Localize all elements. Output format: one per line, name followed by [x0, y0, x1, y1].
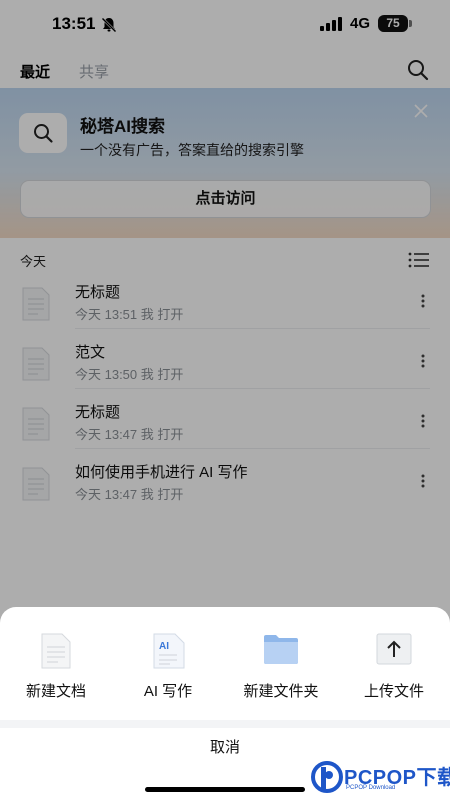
new-document-button[interactable]: 新建文档 [0, 607, 112, 717]
new-document-label: 新建文档 [25, 683, 86, 700]
svg-text:AI: AI [159, 641, 169, 652]
upload-icon [376, 633, 412, 665]
ai-writing-button[interactable]: AI AI 写作 [112, 607, 224, 717]
new-folder-label: 新建文件夹 [243, 683, 319, 700]
new-folder-button[interactable]: 新建文件夹 [225, 607, 337, 717]
watermark: PCPOP下载 PCPOP Download [310, 757, 450, 797]
upload-file-label: 上传文件 [363, 683, 424, 700]
ai-writing-label: AI 写作 [143, 683, 193, 700]
sheet-divider [0, 720, 450, 728]
document-icon [41, 633, 71, 669]
upload-file-button[interactable]: 上传文件 [338, 607, 450, 717]
pcpop-logo-icon [311, 761, 343, 793]
watermark-subtext: PCPOP Download [346, 785, 396, 791]
folder-icon [264, 635, 298, 664]
home-indicator[interactable] [145, 787, 305, 792]
ai-document-icon: AI [153, 633, 185, 669]
